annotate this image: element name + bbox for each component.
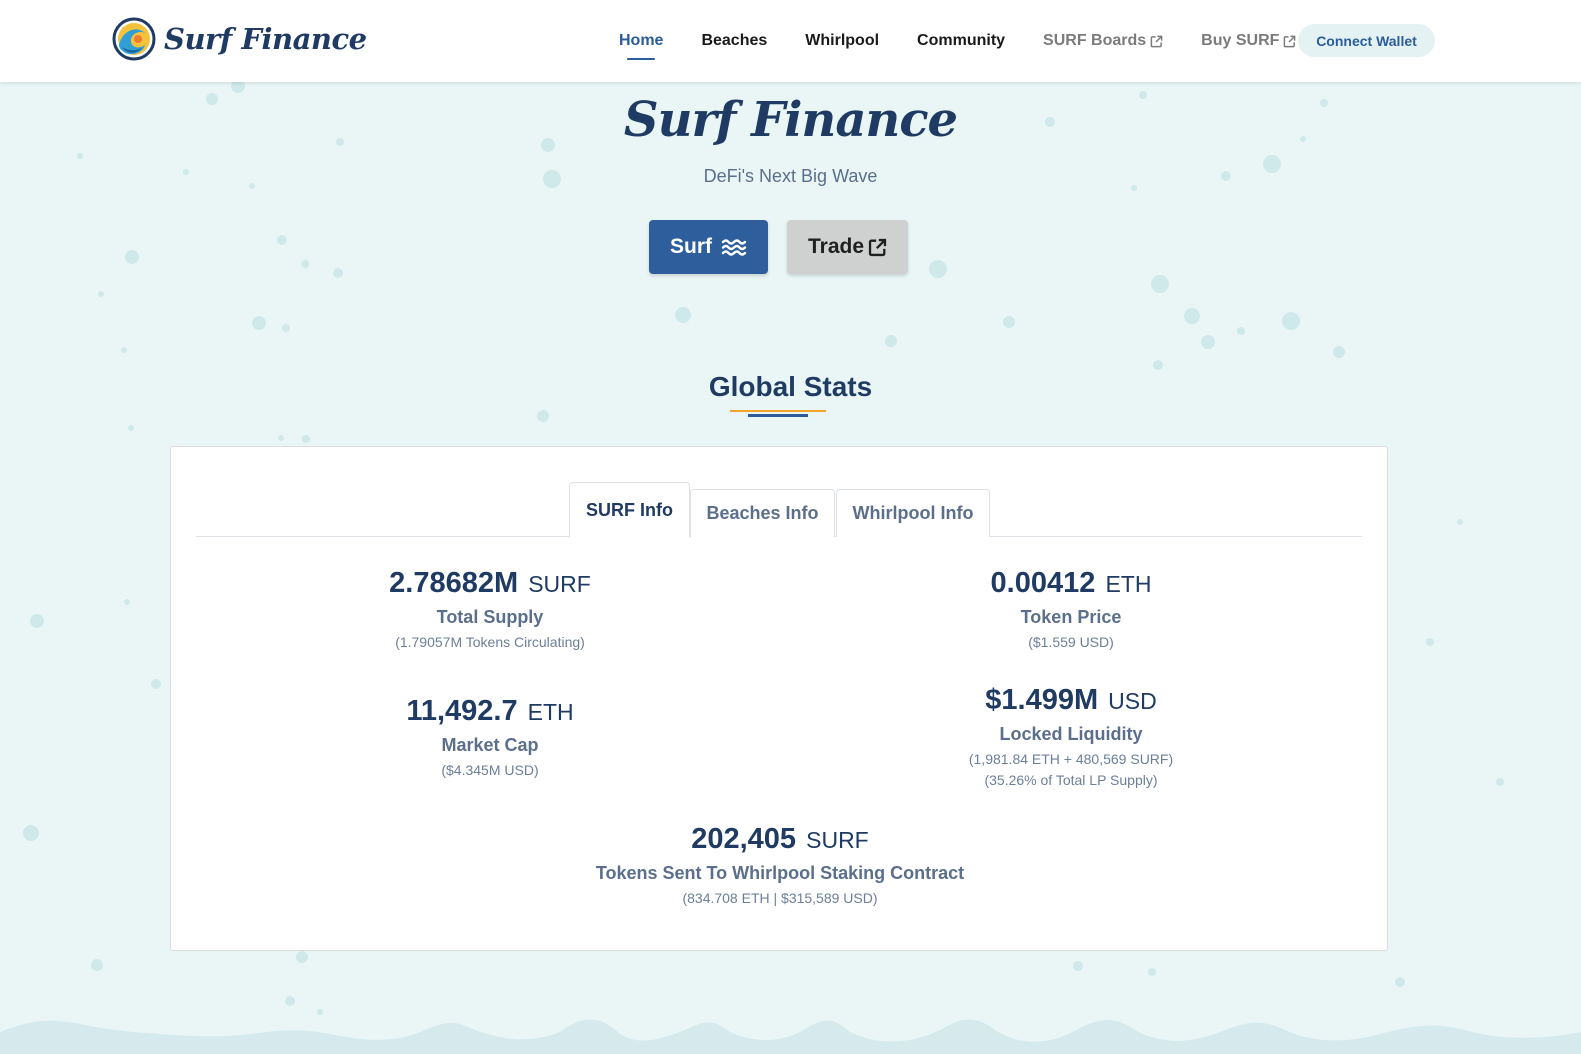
locked-liquidity-label: Locked Liquidity [999, 724, 1143, 744]
trade-button[interactable]: Trade [787, 220, 908, 274]
locked-liquidity-unit: USD [1108, 688, 1157, 714]
nav-beaches[interactable]: Beaches [701, 32, 767, 50]
stat-value: 2.78682M SURF [290, 567, 690, 600]
stat-total-supply: 2.78682M SURF Total Supply (1.79057M Tok… [290, 567, 690, 653]
nav-community-label: Community [917, 32, 1006, 49]
tab-beaches-info[interactable]: Beaches Info [690, 489, 835, 537]
tab-beaches-info-label: Beaches Info [706, 503, 819, 523]
nav-surf-boards[interactable]: SURF Boards [1043, 32, 1163, 50]
stats-card: SURF Info Beaches Info Whirlpool Info 2.… [170, 446, 1388, 951]
surf-button[interactable]: Surf [649, 220, 768, 274]
nav-home-label: Home [619, 32, 664, 49]
hero-subtitle: DeFi's Next Big Wave [703, 166, 878, 186]
nav-whirlpool-label: Whirlpool [805, 32, 880, 49]
hero-actions: Surf Trade [649, 220, 908, 274]
locked-liquidity-note: (1,981.84 ETH + 480,569 SURF) [968, 751, 1174, 767]
stat-value: 0.00412 ETH [871, 567, 1271, 600]
title-underline-primary [748, 414, 808, 417]
stat-market-cap: 11,492.7 ETH Market Cap ($4.345M USD) [290, 695, 690, 781]
global-stats-title: Global Stats [708, 371, 873, 402]
water-waves-icon [721, 239, 747, 256]
nav-links: Home Beaches Whirlpool Community SURF Bo… [600, 0, 1315, 82]
nav-beaches-label: Beaches [701, 32, 768, 49]
bottom-waves [0, 1019, 1581, 1054]
tab-surf-info[interactable]: SURF Info [569, 482, 690, 538]
token-price-value: 0.00412 [990, 567, 1096, 599]
external-link-icon [1150, 35, 1163, 47]
market-cap-unit: ETH [527, 699, 574, 725]
stat-value: $1.499M USD [871, 684, 1271, 717]
token-price-note: ($1.559 USD) [1028, 634, 1114, 650]
whirlpool-sent-value: 202,405 [691, 823, 797, 855]
stat-value: 11,492.7 ETH [290, 695, 690, 728]
connect-wallet-label: Connect Wallet [1316, 32, 1417, 49]
stat-locked-liquidity: $1.499M USD Locked Liquidity (1,981.84 E… [871, 684, 1271, 791]
tab-surf-info-label: SURF Info [586, 499, 673, 520]
nav-whirlpool[interactable]: Whirlpool [805, 32, 879, 50]
token-price-unit: ETH [1105, 571, 1152, 597]
locked-liquidity-value: $1.499M [985, 684, 1099, 716]
top-navbar: Surf Finance Home Beaches Whirlpool Comm… [0, 0, 1581, 82]
total-supply-unit: SURF [528, 571, 591, 597]
nav-buy-surf[interactable]: Buy SURF [1201, 32, 1296, 50]
whirlpool-sent-label: Tokens Sent To Whirlpool Staking Contrac… [595, 863, 965, 883]
trade-button-label: Trade [807, 235, 865, 258]
external-link-icon [868, 238, 887, 256]
stat-whirlpool-sent: 202,405 SURF Tokens Sent To Whirlpool St… [530, 823, 1030, 909]
market-cap-value: 11,492.7 [406, 695, 518, 727]
market-cap-label: Market Cap [441, 735, 539, 755]
total-supply-note: (1.79057M Tokens Circulating) [395, 634, 585, 650]
surf-button-label: Surf [670, 235, 712, 258]
nav-buy-surf-label: Buy SURF [1201, 32, 1280, 49]
stat-value: 202,405 SURF [530, 823, 1030, 856]
brand[interactable]: Surf Finance [112, 17, 367, 61]
market-cap-note: ($4.345M USD) [441, 762, 539, 778]
whirlpool-sent-note: (834.708 ETH | $315,589 USD) [682, 890, 878, 906]
stat-token-price: 0.00412 ETH Token Price ($1.559 USD) [871, 567, 1271, 653]
nav-home[interactable]: Home [619, 32, 664, 60]
surf-wave-logo-icon [112, 17, 156, 61]
brand-name: Surf Finance [164, 22, 367, 56]
connect-wallet-button[interactable]: Connect Wallet [1298, 24, 1435, 57]
title-underline-accent [730, 410, 826, 412]
nav-surf-boards-label: SURF Boards [1043, 32, 1147, 49]
tab-whirlpool-info[interactable]: Whirlpool Info [836, 489, 990, 537]
external-link-icon [1284, 35, 1296, 47]
total-supply-label: Total Supply [436, 607, 544, 627]
tab-whirlpool-info-label: Whirlpool Info [852, 503, 974, 523]
hero-title: Surf Finance [623, 92, 958, 148]
locked-liquidity-note: (35.26% of Total LP Supply) [984, 772, 1158, 788]
total-supply-value: 2.78682M [389, 567, 519, 599]
nav-community[interactable]: Community [917, 32, 1005, 50]
token-price-label: Token Price [1020, 607, 1122, 627]
whirlpool-sent-unit: SURF [806, 827, 869, 853]
